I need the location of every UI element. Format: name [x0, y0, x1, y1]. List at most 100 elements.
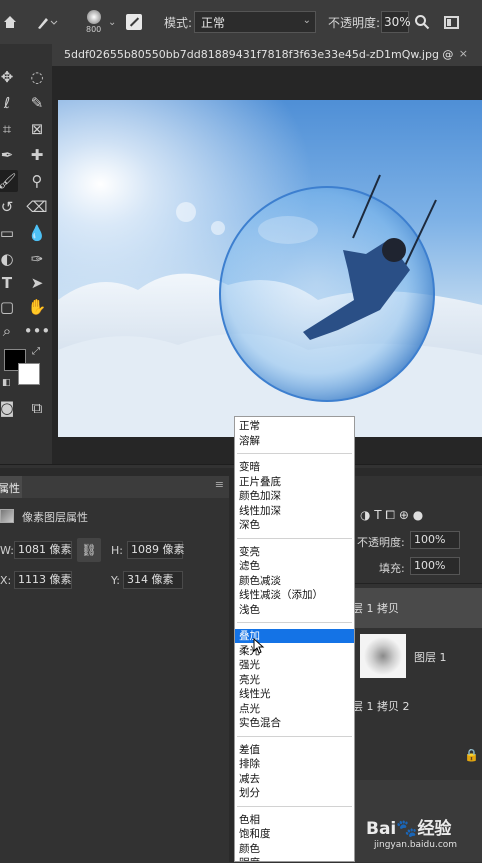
blend-mode-item[interactable]: 滤色 [235, 559, 354, 573]
clone-stamp-icon[interactable]: ⚲ [26, 170, 48, 192]
blend-mode-item[interactable]: 浅色 [235, 603, 354, 617]
lasso-tool-icon[interactable]: ℓ [0, 92, 18, 114]
width-label: W: [0, 544, 14, 557]
blend-mode-item[interactable]: 饱和度 [235, 827, 354, 841]
blend-mode-item[interactable]: 线性减淡（添加） [235, 588, 354, 602]
layer-thumbnail [360, 634, 406, 678]
eraser-tool-icon[interactable]: ⌫ [26, 196, 48, 218]
x-label: X: [0, 574, 12, 587]
mode-select[interactable]: 正常 ⌄ [194, 11, 316, 33]
more-tools-icon[interactable]: ••• [24, 320, 51, 342]
properties-subtitle-row: 像素图层属性 [0, 506, 230, 528]
watermark-brand: Bai🐾经验 [366, 819, 452, 839]
menu-separator [237, 537, 352, 539]
blend-mode-item[interactable]: 亮光 [235, 673, 354, 687]
quick-select-icon[interactable]: ✎ [26, 92, 48, 114]
brush-size-value: 800 [86, 25, 102, 34]
x-input[interactable]: 1113 像素 [14, 571, 72, 589]
home-icon[interactable] [2, 0, 18, 44]
brush-size-picker[interactable]: 800 [86, 0, 101, 44]
blend-mode-item[interactable]: 线性加深 [235, 504, 354, 518]
zoom-tool-icon[interactable]: ⌕ [0, 320, 18, 342]
search-icon[interactable] [414, 0, 430, 44]
layer-opacity-label: 不透明度: [357, 536, 405, 549]
link-dimensions-icon[interactable]: ⛓ [77, 538, 101, 562]
blend-mode-item[interactable]: 正常 [235, 419, 354, 433]
close-icon[interactable]: × [459, 47, 468, 60]
panel-menu-icon[interactable]: ≡ [215, 478, 224, 491]
blend-mode-item[interactable]: 差值 [235, 743, 354, 757]
blend-mode-item[interactable]: 划分 [235, 786, 354, 800]
blend-mode-item[interactable]: 变亮 [235, 545, 354, 559]
quick-mask-icon[interactable]: ◙ [0, 397, 18, 419]
watermark: Bai🐾经验 jingyan.baidu.com [360, 810, 482, 862]
width-input[interactable]: 1081 像素 [14, 541, 72, 559]
crop-tool-icon[interactable]: ⌗ [0, 118, 18, 140]
blend-mode-item[interactable]: 强光 [235, 658, 354, 672]
blend-mode-item[interactable]: 线性光 [235, 687, 354, 701]
move-tool-icon[interactable]: ✥ [0, 66, 18, 88]
mode-select-value: 正常 [201, 15, 226, 30]
brush-tool-icon[interactable]: 🖌 [0, 170, 18, 192]
layer-opacity-input[interactable]: 100% [410, 531, 460, 549]
blend-mode-item[interactable]: 点光 [235, 702, 354, 716]
layer-filter-icons[interactable]: ◑ T ⧠ ⊕ ● [360, 508, 423, 523]
brush-settings-icon[interactable] [126, 0, 142, 44]
workspace-icon[interactable] [444, 0, 459, 44]
blend-mode-item[interactable]: 实色混合 [235, 716, 354, 730]
history-brush-icon[interactable]: ↺ [0, 196, 18, 218]
opacity-input[interactable]: 30% [381, 11, 411, 33]
mode-label: 模式: [164, 15, 193, 30]
opacity-label: 不透明度: [328, 15, 381, 30]
blend-mode-item[interactable]: 溶解 [235, 434, 354, 448]
height-input[interactable]: 1089 像素 [127, 541, 185, 559]
brush-tool-preset-icon[interactable] [36, 0, 58, 44]
gradient-tool-icon[interactable]: ▭ [0, 222, 18, 244]
layer-row[interactable]: 层 1 拷贝 2 [352, 690, 482, 724]
layer-fill-label: 填充: [379, 562, 405, 575]
layer-fill-input[interactable]: 100% [410, 557, 460, 575]
blend-mode-item[interactable]: 减去 [235, 772, 354, 786]
swap-colors-icon[interactable]: ⤢ [32, 346, 40, 357]
y-input[interactable]: 314 像素 [123, 571, 183, 589]
blur-tool-icon[interactable]: 💧 [26, 222, 48, 244]
blend-mode-item[interactable]: 色相 [235, 813, 354, 827]
healing-brush-icon[interactable]: ✚ [26, 144, 48, 166]
blend-mode-item[interactable]: 颜色加深 [235, 489, 354, 503]
screen-mode-icon[interactable]: ⧉ [26, 397, 48, 419]
properties-tab[interactable]: 属性 [0, 476, 22, 498]
shape-tool-icon[interactable]: ▢ [0, 296, 18, 318]
brush-size-chevron-icon[interactable]: ⌄ [108, 0, 116, 44]
default-colors-icon[interactable]: ◧ [2, 378, 11, 388]
blend-mode-item[interactable]: 变暗 [235, 460, 354, 474]
blend-mode-item[interactable]: 排除 [235, 757, 354, 771]
layer-name: 层 1 拷贝 [352, 602, 399, 615]
frame-tool-icon[interactable]: ⊠ [26, 118, 48, 140]
hand-tool-icon[interactable]: ✋ [26, 296, 48, 318]
layer-row[interactable]: 层 1 拷贝 [352, 588, 482, 628]
opacity-value: 30% [384, 15, 411, 29]
document-tab[interactable]: 5ddf02655b80550bb7dd81889431f7818f3f63e3… [52, 44, 482, 67]
blend-mode-menu[interactable]: 正常 溶解 变暗 正片叠底 颜色加深 线性加深 深色 变亮 滤色 颜色减淡 线性减淡（添加） 浅色 叠加… [234, 416, 355, 862]
blend-mode-item[interactable]: 深色 [235, 518, 354, 532]
document-image[interactable] [58, 100, 482, 437]
menu-separator [237, 735, 352, 737]
blend-mode-item[interactable]: 颜色 [235, 842, 354, 856]
menu-separator [237, 453, 352, 454]
pen-tool-icon[interactable]: ✑ [26, 248, 48, 270]
dodge-tool-icon[interactable]: ◐ [0, 248, 18, 270]
watermark-url: jingyan.baidu.com [374, 840, 458, 850]
divider [352, 583, 482, 584]
blend-mode-item[interactable]: 颜色减淡 [235, 574, 354, 588]
marquee-tool-icon[interactable]: ◌ [26, 66, 48, 88]
type-tool-icon[interactable]: T [0, 272, 18, 294]
blend-mode-item[interactable]: 正片叠底 [235, 475, 354, 489]
background-color-swatch[interactable] [18, 363, 40, 385]
path-select-icon[interactable]: ➤ [26, 272, 48, 294]
document-tab-title: 5ddf02655b80550bb7dd81889431f7818f3f63e3… [64, 48, 454, 61]
properties-panel-header: 属性 ≡ [0, 476, 230, 498]
paw-icon: 🐾 [396, 819, 418, 839]
blend-mode-item[interactable]: 明度 [235, 856, 354, 861]
layer-row[interactable]: 图层 1 [352, 630, 482, 682]
eyedropper-tool-icon[interactable]: ✒ [0, 144, 18, 166]
